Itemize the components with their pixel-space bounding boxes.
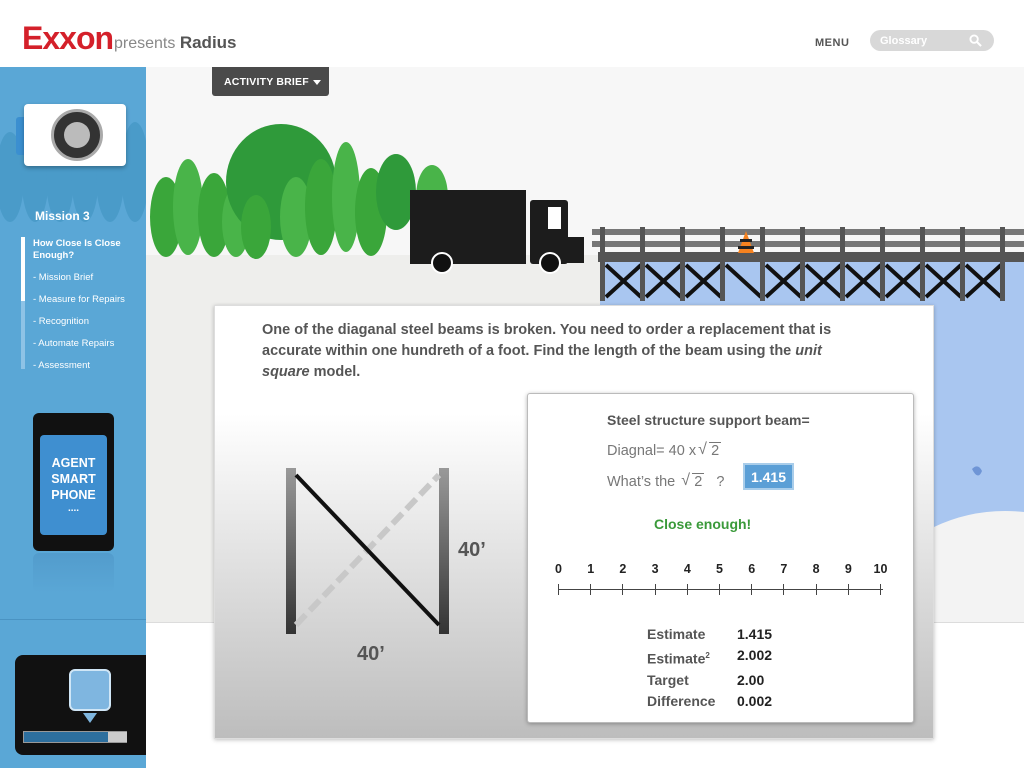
- number-line-tick: [719, 584, 720, 595]
- difference-label: Difference: [647, 692, 716, 709]
- target-label: Target: [647, 671, 689, 688]
- glossary-search[interactable]: [870, 30, 994, 51]
- question-mark: ?: [716, 474, 725, 490]
- glossary-search-input[interactable]: [880, 33, 970, 48]
- number-line-label: 9: [844, 562, 852, 576]
- problem-text: One of the diaganal steel beams is broke…: [262, 320, 852, 383]
- phone-line-1: AGENT: [51, 456, 96, 470]
- trees: [150, 124, 448, 259]
- radicand: 2: [709, 442, 722, 459]
- number-line-label: 2: [619, 562, 627, 576]
- presents-label: presents Radius: [114, 33, 237, 53]
- nav-item-assessment[interactable]: - Assessment: [33, 360, 90, 372]
- number-line-tick: [815, 584, 817, 595]
- number-line-label: 1: [587, 562, 595, 576]
- badge-pin: [83, 713, 97, 723]
- number-line-tick: [590, 584, 592, 595]
- squared-superscript: 2: [705, 651, 710, 660]
- number-line-tick: [751, 584, 753, 595]
- number-line-label: 10: [873, 562, 888, 576]
- problem-text-start: One of the diaganal steel beams is broke…: [262, 322, 832, 359]
- number-line-label: 0: [555, 562, 562, 576]
- number-line-axis: [558, 589, 883, 590]
- number-line-tick: [654, 584, 656, 595]
- diagonal-formula: Diagnal= 40 x 2: [607, 441, 722, 459]
- right-post: [439, 468, 449, 634]
- number-line-tick: [880, 584, 881, 595]
- estimate-squared-value: 2.002: [737, 647, 773, 663]
- estimate-squared-label: Estimate2: [647, 645, 737, 670]
- activity-brief-dropdown[interactable]: ACTIVITY BRIEF: [212, 67, 329, 96]
- nav-item-measure-for-repairs[interactable]: - Measure for Repairs: [33, 294, 125, 306]
- number-line-label: 8: [812, 562, 820, 576]
- number-line-label: 7: [780, 562, 788, 576]
- sqrt-question: What’s the 2 ?: [607, 472, 725, 490]
- bottom-label: 40’: [357, 643, 385, 665]
- feedback-message: Close enough!: [654, 516, 752, 532]
- number-line-tick: [686, 584, 688, 595]
- phone-dots: ....: [67, 503, 80, 514]
- nav-item-recognition[interactable]: - Recognition: [33, 316, 89, 328]
- estimate-value: 1.415: [737, 626, 773, 642]
- phone-reflection: [33, 553, 114, 593]
- agent-smart-phone[interactable]: AGENT SMART PHONE ....: [33, 413, 114, 551]
- product-name: Radius: [179, 33, 237, 52]
- level-progress-remaining: [108, 732, 127, 742]
- sqrt-symbol: 2: [698, 441, 722, 459]
- radicand-2: 2: [692, 473, 705, 490]
- side-label: 40’: [458, 539, 486, 561]
- number-line-label: 5: [716, 562, 723, 576]
- target-value: 2.00: [737, 671, 765, 688]
- number-line: 0 1 2 3 4 5 6 7 8 9 10: [555, 562, 890, 602]
- number-line-label: 4: [683, 562, 691, 576]
- truck-illustration: [410, 190, 584, 274]
- number-line-label: 3: [651, 562, 659, 576]
- number-line-label: 6: [748, 562, 756, 576]
- search-icon[interactable]: [969, 34, 982, 47]
- activity-brief-label: ACTIVITY BRIEF: [224, 76, 309, 88]
- number-line-tick: [847, 584, 849, 595]
- left-post: [286, 468, 296, 634]
- level-progress-bar: [23, 731, 127, 743]
- nav-item-how-close[interactable]: How Close Is Close Enough?: [33, 238, 133, 262]
- question-prefix: What’s the: [607, 474, 676, 490]
- estimate-label: Estimate: [647, 626, 706, 642]
- number-line-tick: [622, 584, 624, 595]
- mission-title: Mission 3: [35, 209, 90, 223]
- phone-screen: AGENT SMART PHONE ....: [40, 435, 107, 535]
- stem-level-badge-icon: [69, 669, 111, 711]
- caret-down-icon: [312, 79, 321, 85]
- menu-button[interactable]: MENU: [815, 37, 849, 49]
- nav-item-mission-brief[interactable]: - Mission Brief: [33, 272, 93, 284]
- sqrt-answer-input[interactable]: [743, 463, 794, 490]
- level-panel[interactable]: [15, 655, 146, 755]
- presidential-seal-icon: [51, 109, 103, 161]
- beam-diagram: 40’ 40’: [286, 468, 486, 665]
- number-line-tick: [558, 584, 559, 595]
- stat-row-estimate-squared: Estimate2 2.002: [647, 645, 772, 670]
- exxon-logo[interactable]: Exxon: [22, 20, 114, 57]
- nav-item-automate-repairs[interactable]: - Automate Repairs: [33, 338, 114, 350]
- phone-line-2: SMART: [51, 472, 96, 486]
- stat-row-estimate: Estimate 1.415: [647, 624, 772, 645]
- nav-progress-active: [21, 237, 25, 301]
- number-line-tick: [783, 584, 785, 595]
- phone-line-3: PHONE: [51, 488, 96, 502]
- estimate-stats: Estimate 1.415 Estimate2 2.002 Target 2.…: [647, 624, 772, 712]
- problem-text-end: model.: [309, 364, 361, 380]
- answer-title: Steel structure support beam=: [607, 412, 810, 428]
- sidebar-divider: [0, 619, 146, 620]
- sidebar: Mission 3 How Close Is Close Enough? - M…: [0, 67, 146, 768]
- presents-text: presents: [114, 35, 176, 52]
- diagonal-prefix: Diagnal= 40 x: [607, 443, 697, 459]
- stat-row-target: Target 2.00: [647, 670, 772, 691]
- estimate-squared-text: Estimate: [647, 650, 706, 667]
- stat-row-difference: Difference 0.002: [647, 691, 772, 712]
- header: Exxon presents Radius MENU: [0, 0, 1024, 67]
- difference-value: 0.002: [737, 692, 773, 709]
- sqrt-symbol-2: 2: [681, 472, 705, 490]
